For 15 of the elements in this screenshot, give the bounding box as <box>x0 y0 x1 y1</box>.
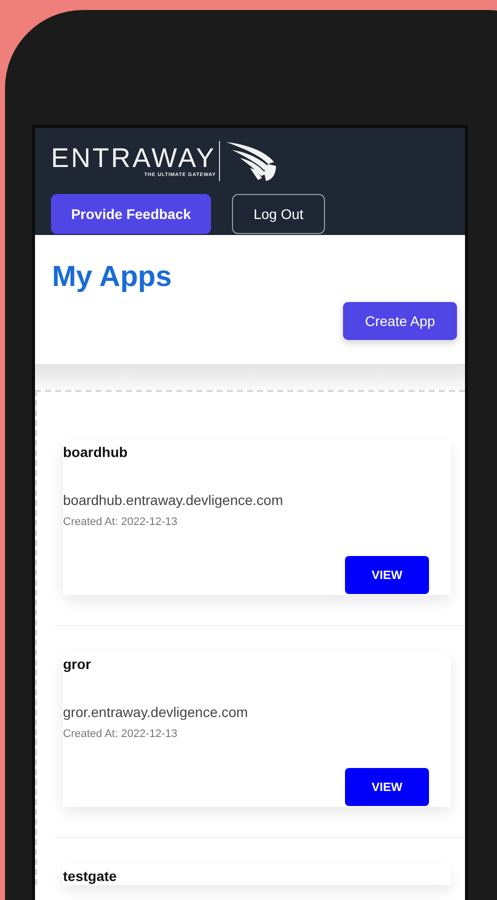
view-button[interactable]: VIEW <box>345 768 429 806</box>
app-name: boardhub <box>63 444 129 460</box>
wing-icon <box>224 140 278 182</box>
created-date: Created At: 2022-12-13 <box>63 728 178 740</box>
app-url: gror.entraway.devligence.com <box>63 704 249 720</box>
app-name: testgate <box>63 868 118 884</box>
page-title: My Apps <box>52 261 173 294</box>
create-app-button[interactable]: Create App <box>343 302 457 340</box>
logout-button[interactable]: Log Out <box>232 194 325 234</box>
feedback-button[interactable]: Provide Feedback <box>51 194 211 234</box>
logo-name: ENTRAWAY <box>51 144 216 172</box>
app-url: boardhub.entraway.devligence.com <box>63 492 284 508</box>
app-name: gror <box>63 656 92 672</box>
created-date: Created At: 2022-12-13 <box>63 516 178 528</box>
view-button[interactable]: VIEW <box>345 556 429 594</box>
